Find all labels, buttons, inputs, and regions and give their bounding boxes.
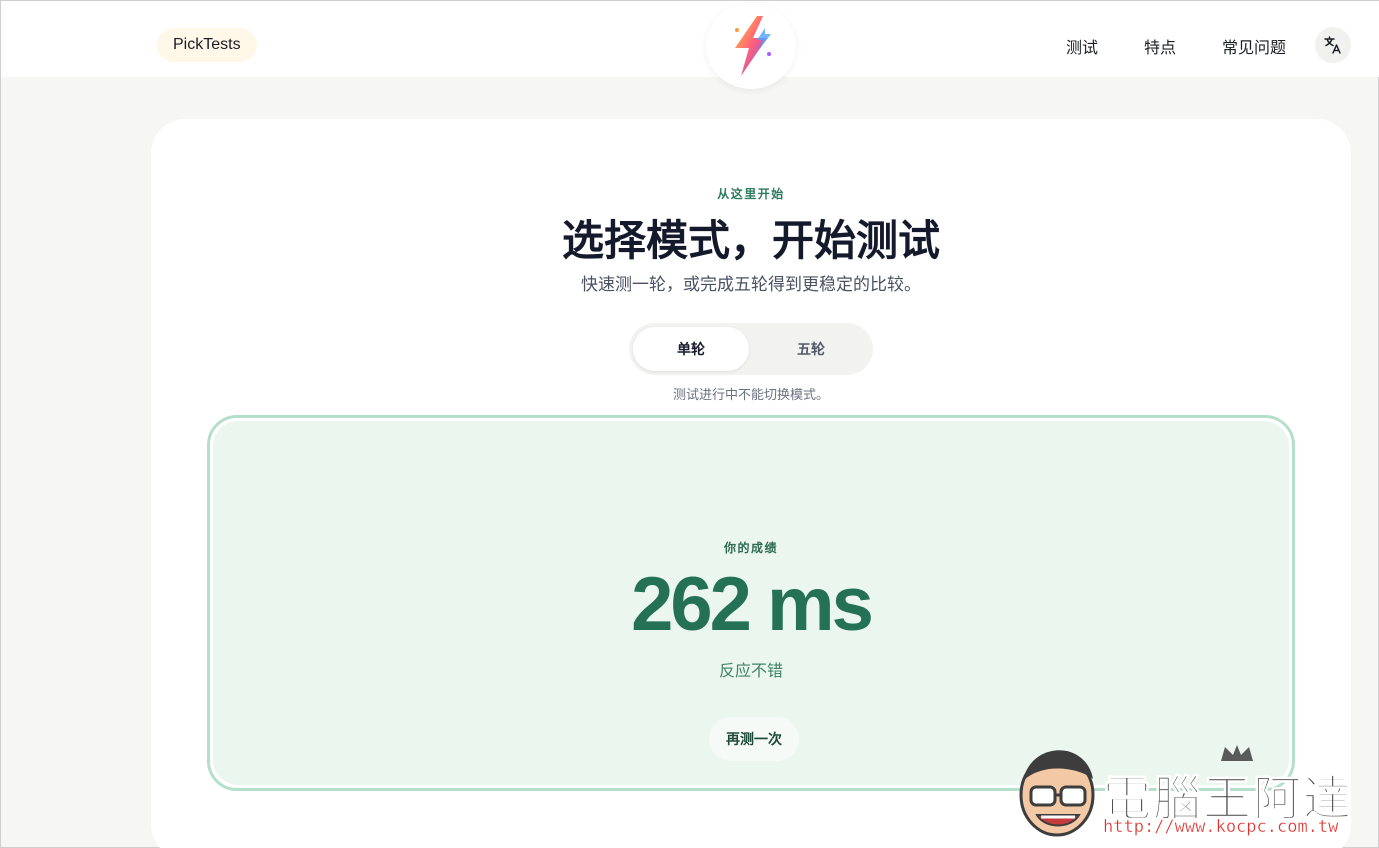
mode-five-round-button[interactable]: 五轮 — [753, 327, 869, 371]
translate-icon — [1324, 36, 1341, 54]
page-title: 选择模式，开始测试 — [561, 217, 940, 264]
watermark-url: http://www.kocpc.com.tw — [1103, 817, 1339, 837]
retry-button[interactable]: 再测一次 — [709, 717, 799, 761]
watermark: 電腦王阿達 http://www.kocpc.com.tw — [1011, 741, 1373, 845]
logo-button[interactable] — [706, 3, 796, 89]
mode-single-round-button[interactable]: 单轮 — [633, 327, 749, 371]
result-panel-inner: 你的成绩 262 ms 反应不错 再测一次 — [213, 421, 1289, 785]
mode-note: 测试进行中不能切换模式。 — [672, 387, 829, 402]
nav-faq[interactable]: 常见问题 — [1222, 34, 1286, 58]
nav-features[interactable]: 特点 — [1144, 34, 1176, 58]
nav-test[interactable]: 测试 — [1066, 34, 1098, 58]
mode-switch: 单轮 五轮 — [629, 323, 873, 375]
brand-link[interactable]: PickTests — [157, 28, 257, 62]
page-subtitle: 快速测一轮，或完成五轮得到更稳定的比较。 — [581, 275, 921, 294]
hero-eyebrow: 从这里开始 — [717, 187, 785, 201]
score-label: 你的成绩 — [723, 541, 778, 555]
mascot-icon — [1019, 750, 1095, 837]
result-panel: 你的成绩 262 ms 反应不错 再测一次 — [207, 415, 1295, 791]
score-verdict: 反应不错 — [718, 663, 783, 680]
score-value: 262 ms — [631, 562, 874, 647]
lightning-bolt-icon — [735, 16, 771, 76]
language-button[interactable] — [1315, 27, 1351, 63]
